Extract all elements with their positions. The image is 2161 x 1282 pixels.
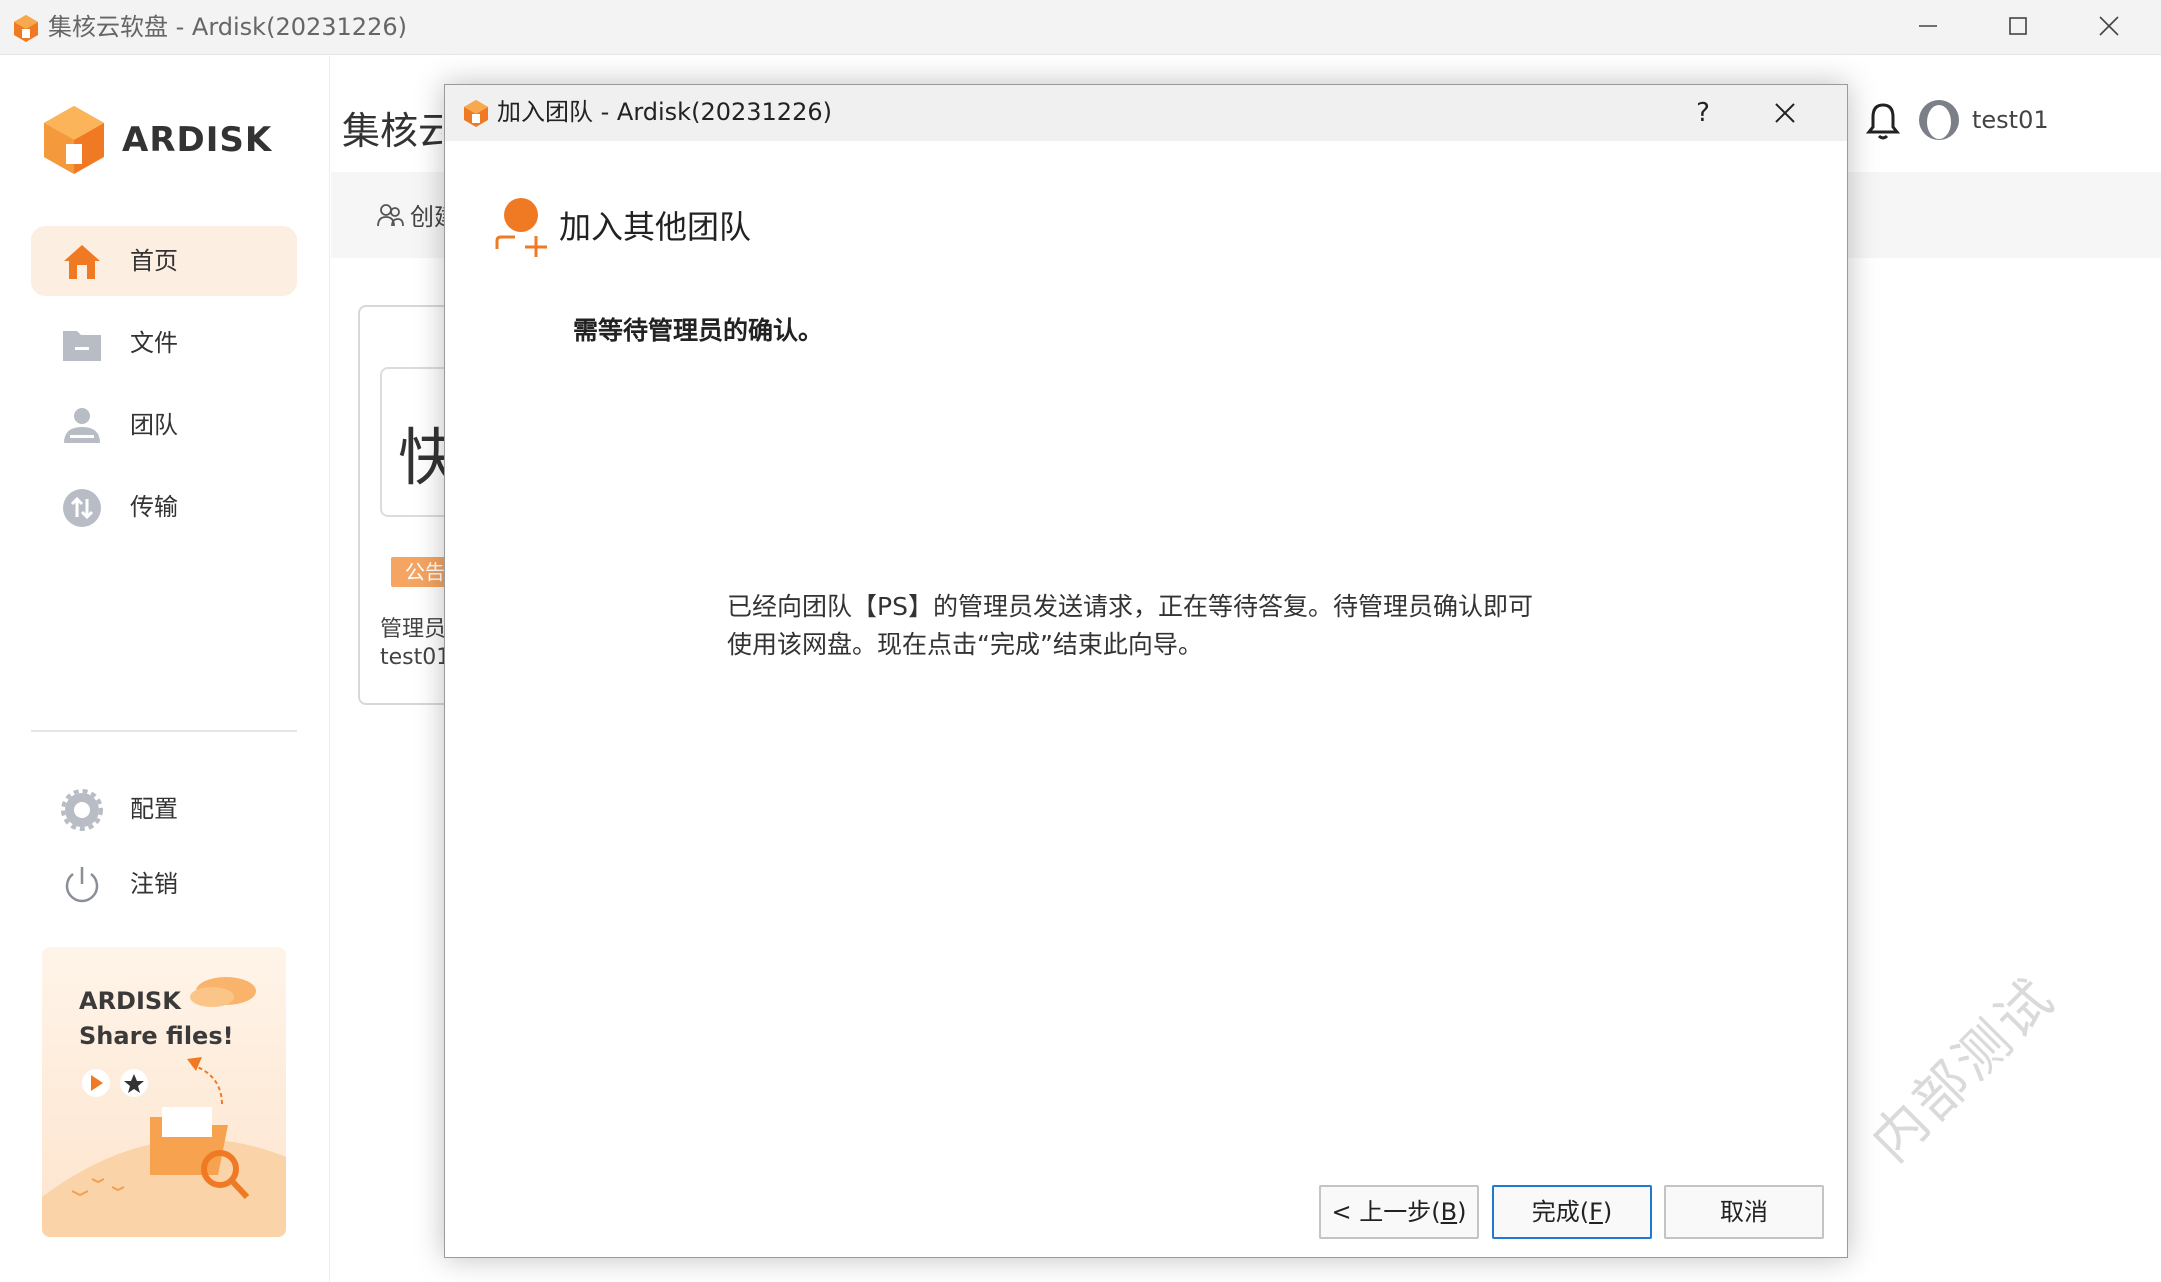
sidebar-item-logout[interactable]: 注销 bbox=[31, 849, 297, 919]
dialog-titlebar: 加入团队 - Ardisk(20231226) ? bbox=[445, 85, 1847, 141]
ardisk-logo-icon bbox=[44, 106, 104, 174]
back-button-suffix: ) bbox=[1457, 1198, 1467, 1226]
dialog-subtitle: 需等待管理员的确认。 bbox=[573, 316, 824, 345]
power-icon bbox=[61, 864, 103, 906]
back-button-key: B bbox=[1440, 1198, 1458, 1226]
close-icon bbox=[1775, 103, 1795, 123]
maximize-button[interactable] bbox=[1973, 0, 2063, 52]
watermark: 内部测试 bbox=[1859, 965, 2068, 1174]
back-button-prefix: < 上一步( bbox=[1331, 1198, 1441, 1226]
sidebar-item-files[interactable]: 文件 bbox=[31, 308, 297, 378]
sidebar-item-team[interactable]: 团队 bbox=[31, 390, 297, 460]
cancel-button[interactable]: 取消 bbox=[1664, 1185, 1824, 1239]
brand-name: ARDISK bbox=[122, 120, 273, 160]
finish-button[interactable]: 完成(F) bbox=[1492, 1185, 1652, 1239]
sidebar-item-label: 文件 bbox=[130, 329, 178, 357]
user-name[interactable]: test01 bbox=[1972, 106, 2049, 134]
back-button[interactable]: < 上一步(B) bbox=[1319, 1185, 1479, 1239]
window-title: 集核云软盘 - Ardisk(20231226) bbox=[48, 13, 407, 41]
sidebar-item-label: 团队 bbox=[130, 411, 178, 439]
page-title: 集核云 bbox=[342, 109, 442, 153]
join-team-dialog: 加入团队 - Ardisk(20231226) ? 加入其他团队 需等待管理员的… bbox=[444, 84, 1848, 1258]
dialog-close-button[interactable] bbox=[1763, 93, 1807, 133]
promo-banner[interactable]: ARDISK Share files! bbox=[42, 947, 286, 1237]
sidebar-item-config[interactable]: 配置 bbox=[31, 774, 297, 844]
home-icon bbox=[61, 241, 103, 283]
avatar[interactable] bbox=[1917, 98, 1961, 142]
sidebar: ARDISK 首页 文件 团队 传输 配置 注销 ARDISK Share fi… bbox=[0, 56, 330, 1282]
brand: ARDISK bbox=[38, 102, 272, 178]
finish-button-key: F bbox=[1589, 1198, 1603, 1226]
finish-button-prefix: 完成( bbox=[1531, 1198, 1590, 1226]
dialog-message-line: 已经向团队【PS】的管理员发送请求，正在等待答复。待管理员确认即可 bbox=[727, 592, 1533, 621]
dialog-heading: 加入其他团队 bbox=[559, 208, 752, 246]
minimize-icon bbox=[1919, 25, 1937, 27]
help-button[interactable]: ? bbox=[1681, 93, 1725, 133]
close-icon bbox=[2099, 16, 2119, 36]
minimize-button[interactable] bbox=[1883, 0, 1973, 52]
users-icon bbox=[377, 203, 404, 226]
app-logo-icon bbox=[464, 100, 488, 127]
gear-icon bbox=[61, 789, 103, 831]
bell-icon[interactable] bbox=[1865, 101, 1901, 141]
admin-label: 管理员 bbox=[380, 617, 447, 642]
dialog-message: 已经向团队【PS】的管理员发送请求，正在等待答复。待管理员确认即可 使用该网盘。… bbox=[727, 588, 1607, 664]
promo-subtitle: Share files! bbox=[79, 1022, 234, 1050]
dialog-title: 加入团队 - Ardisk(20231226) bbox=[497, 98, 832, 126]
window-close-button[interactable] bbox=[2064, 0, 2154, 52]
app-logo-icon bbox=[14, 15, 38, 42]
sidebar-item-label: 注销 bbox=[130, 870, 178, 898]
transfer-icon bbox=[61, 487, 103, 529]
finish-button-suffix: ) bbox=[1602, 1198, 1613, 1226]
sidebar-item-home[interactable]: 首页 bbox=[31, 226, 297, 296]
folder-icon bbox=[61, 323, 103, 365]
user-icon bbox=[61, 405, 103, 447]
add-user-icon bbox=[495, 198, 547, 257]
maximize-icon bbox=[2009, 17, 2027, 35]
sidebar-item-label: 传输 bbox=[130, 493, 178, 521]
sidebar-item-transfer[interactable]: 传输 bbox=[31, 472, 297, 542]
sidebar-divider bbox=[31, 730, 297, 732]
sidebar-item-label: 配置 bbox=[130, 795, 178, 823]
sidebar-item-label: 首页 bbox=[130, 247, 178, 275]
dialog-message-line: 使用该网盘。现在点击“完成”结束此向导。 bbox=[727, 630, 1203, 659]
window-titlebar: 集核云软盘 - Ardisk(20231226) bbox=[0, 0, 2161, 55]
promo-title: ARDISK bbox=[79, 987, 181, 1015]
admin-name: test01 bbox=[380, 645, 451, 670]
